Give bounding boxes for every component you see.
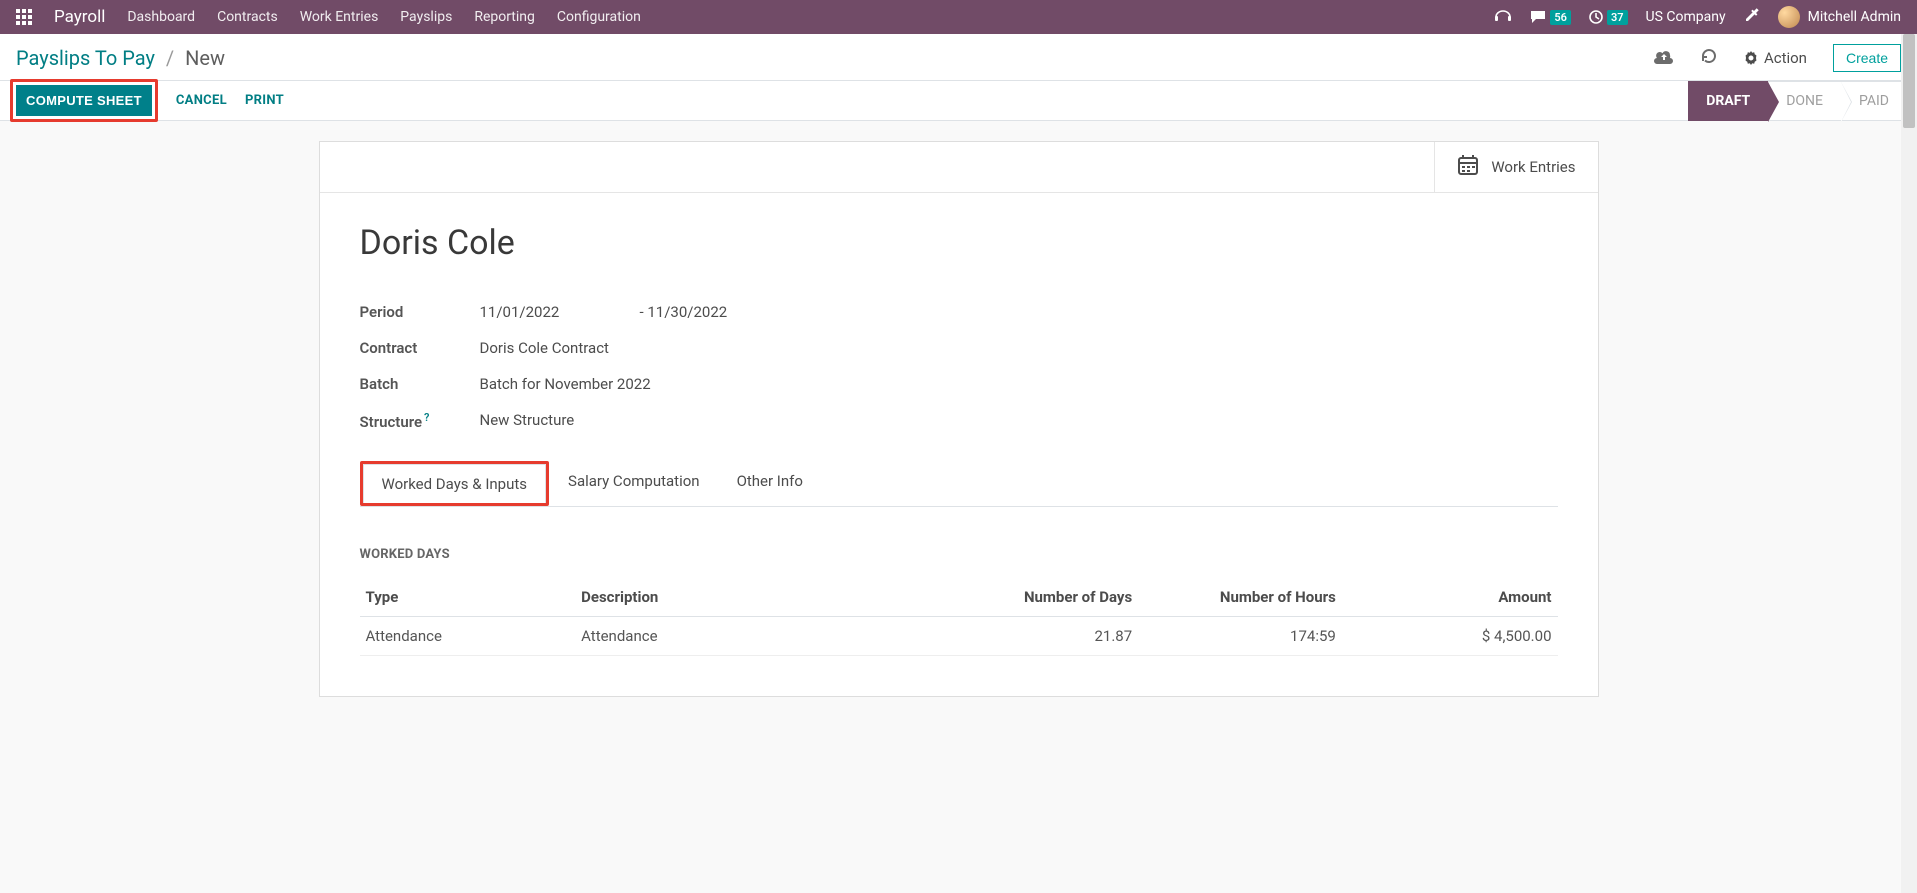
col-description: Description bbox=[575, 578, 934, 617]
col-days: Number of Days bbox=[935, 578, 1139, 617]
form-sheet: Work Entries Doris Cole Period 11/01/202… bbox=[319, 141, 1599, 697]
worked-days-table: Type Description Number of Days Number o… bbox=[360, 578, 1558, 656]
employee-name: Doris Cole bbox=[360, 223, 1558, 263]
col-type: Type bbox=[360, 578, 576, 617]
highlight-compute: COMPUTE SHEET bbox=[10, 79, 158, 122]
cell-description: Attendance bbox=[575, 617, 934, 656]
main-navbar: Payroll Dashboard Contracts Work Entries… bbox=[0, 0, 1917, 34]
action-dropdown[interactable]: Action bbox=[1744, 49, 1807, 67]
scrollbar[interactable] bbox=[1901, 34, 1917, 893]
app-name[interactable]: Payroll bbox=[54, 7, 105, 27]
nav-dashboard[interactable]: Dashboard bbox=[127, 9, 195, 25]
status-draft[interactable]: DRAFT bbox=[1688, 81, 1768, 121]
nav-configuration[interactable]: Configuration bbox=[557, 9, 641, 25]
breadcrumb-separator: / bbox=[166, 46, 174, 70]
tab-worked-days[interactable]: Worked Days & Inputs bbox=[363, 464, 547, 503]
cloud-upload-icon[interactable] bbox=[1654, 48, 1674, 68]
worked-days-title: WORKED DAYS bbox=[360, 547, 1558, 562]
activity-count: 37 bbox=[1607, 10, 1628, 25]
support-icon[interactable] bbox=[1494, 8, 1512, 26]
user-name: Mitchell Admin bbox=[1808, 9, 1901, 25]
nav-reporting[interactable]: Reporting bbox=[474, 9, 535, 25]
apps-icon[interactable] bbox=[16, 9, 32, 25]
batch-label: Batch bbox=[360, 375, 470, 393]
calendar-icon bbox=[1457, 154, 1479, 180]
activity-button[interactable]: 37 bbox=[1589, 10, 1628, 25]
contract-value: Doris Cole Contract bbox=[480, 339, 840, 357]
col-amount: Amount bbox=[1342, 578, 1558, 617]
compute-sheet-button[interactable]: COMPUTE SHEET bbox=[16, 85, 152, 116]
control-panel: Payslips To Pay / New Action Create bbox=[0, 34, 1917, 81]
period-start: 11/01/2022 bbox=[480, 303, 630, 321]
cell-hours: 174:59 bbox=[1138, 617, 1342, 656]
batch-value: Batch for November 2022 bbox=[480, 375, 840, 393]
nav-payslips[interactable]: Payslips bbox=[400, 9, 452, 25]
messages-button[interactable]: 56 bbox=[1530, 10, 1571, 25]
company-switch[interactable]: US Company bbox=[1646, 9, 1726, 25]
breadcrumb-current: New bbox=[185, 46, 225, 70]
cancel-button[interactable]: CANCEL bbox=[176, 93, 227, 108]
undo-icon[interactable] bbox=[1700, 47, 1718, 69]
structure-value: New Structure bbox=[480, 411, 840, 431]
work-entries-stat-button[interactable]: Work Entries bbox=[1434, 142, 1597, 192]
period-label: Period bbox=[360, 303, 470, 321]
tab-salary-computation[interactable]: Salary Computation bbox=[549, 461, 719, 506]
debug-icon[interactable] bbox=[1744, 7, 1760, 27]
tab-other-info[interactable]: Other Info bbox=[718, 461, 822, 506]
col-hours: Number of Hours bbox=[1138, 578, 1342, 617]
structure-help-icon[interactable]: ? bbox=[424, 411, 429, 424]
user-menu[interactable]: Mitchell Admin bbox=[1778, 6, 1901, 28]
nav-work-entries[interactable]: Work Entries bbox=[300, 9, 379, 25]
period-end: - 11/30/2022 bbox=[640, 303, 840, 321]
action-label: Action bbox=[1764, 49, 1807, 67]
create-button[interactable]: Create bbox=[1833, 44, 1901, 72]
contract-label: Contract bbox=[360, 339, 470, 357]
print-button[interactable]: PRINT bbox=[245, 93, 284, 108]
breadcrumb-parent[interactable]: Payslips To Pay bbox=[16, 46, 155, 70]
breadcrumb: Payslips To Pay / New bbox=[16, 46, 225, 70]
structure-label: Structure? bbox=[360, 411, 470, 431]
scrollbar-thumb[interactable] bbox=[1903, 34, 1915, 128]
cell-amount: $ 4,500.00 bbox=[1342, 617, 1558, 656]
statusbar-row: COMPUTE SHEET CANCEL PRINT DRAFT DONE PA… bbox=[0, 81, 1917, 121]
table-row[interactable]: Attendance Attendance 21.87 174:59 $ 4,5… bbox=[360, 617, 1558, 656]
work-entries-label: Work Entries bbox=[1491, 158, 1575, 176]
cell-type: Attendance bbox=[360, 617, 576, 656]
status-steps: DRAFT DONE PAID bbox=[1688, 81, 1907, 121]
avatar bbox=[1778, 6, 1800, 28]
tabs: Worked Days & Inputs Salary Computation … bbox=[360, 461, 1558, 507]
cell-days: 21.87 bbox=[935, 617, 1139, 656]
nav-contracts[interactable]: Contracts bbox=[217, 9, 278, 25]
highlight-tab-worked-days: Worked Days & Inputs bbox=[360, 461, 550, 506]
messages-count: 56 bbox=[1550, 10, 1571, 25]
